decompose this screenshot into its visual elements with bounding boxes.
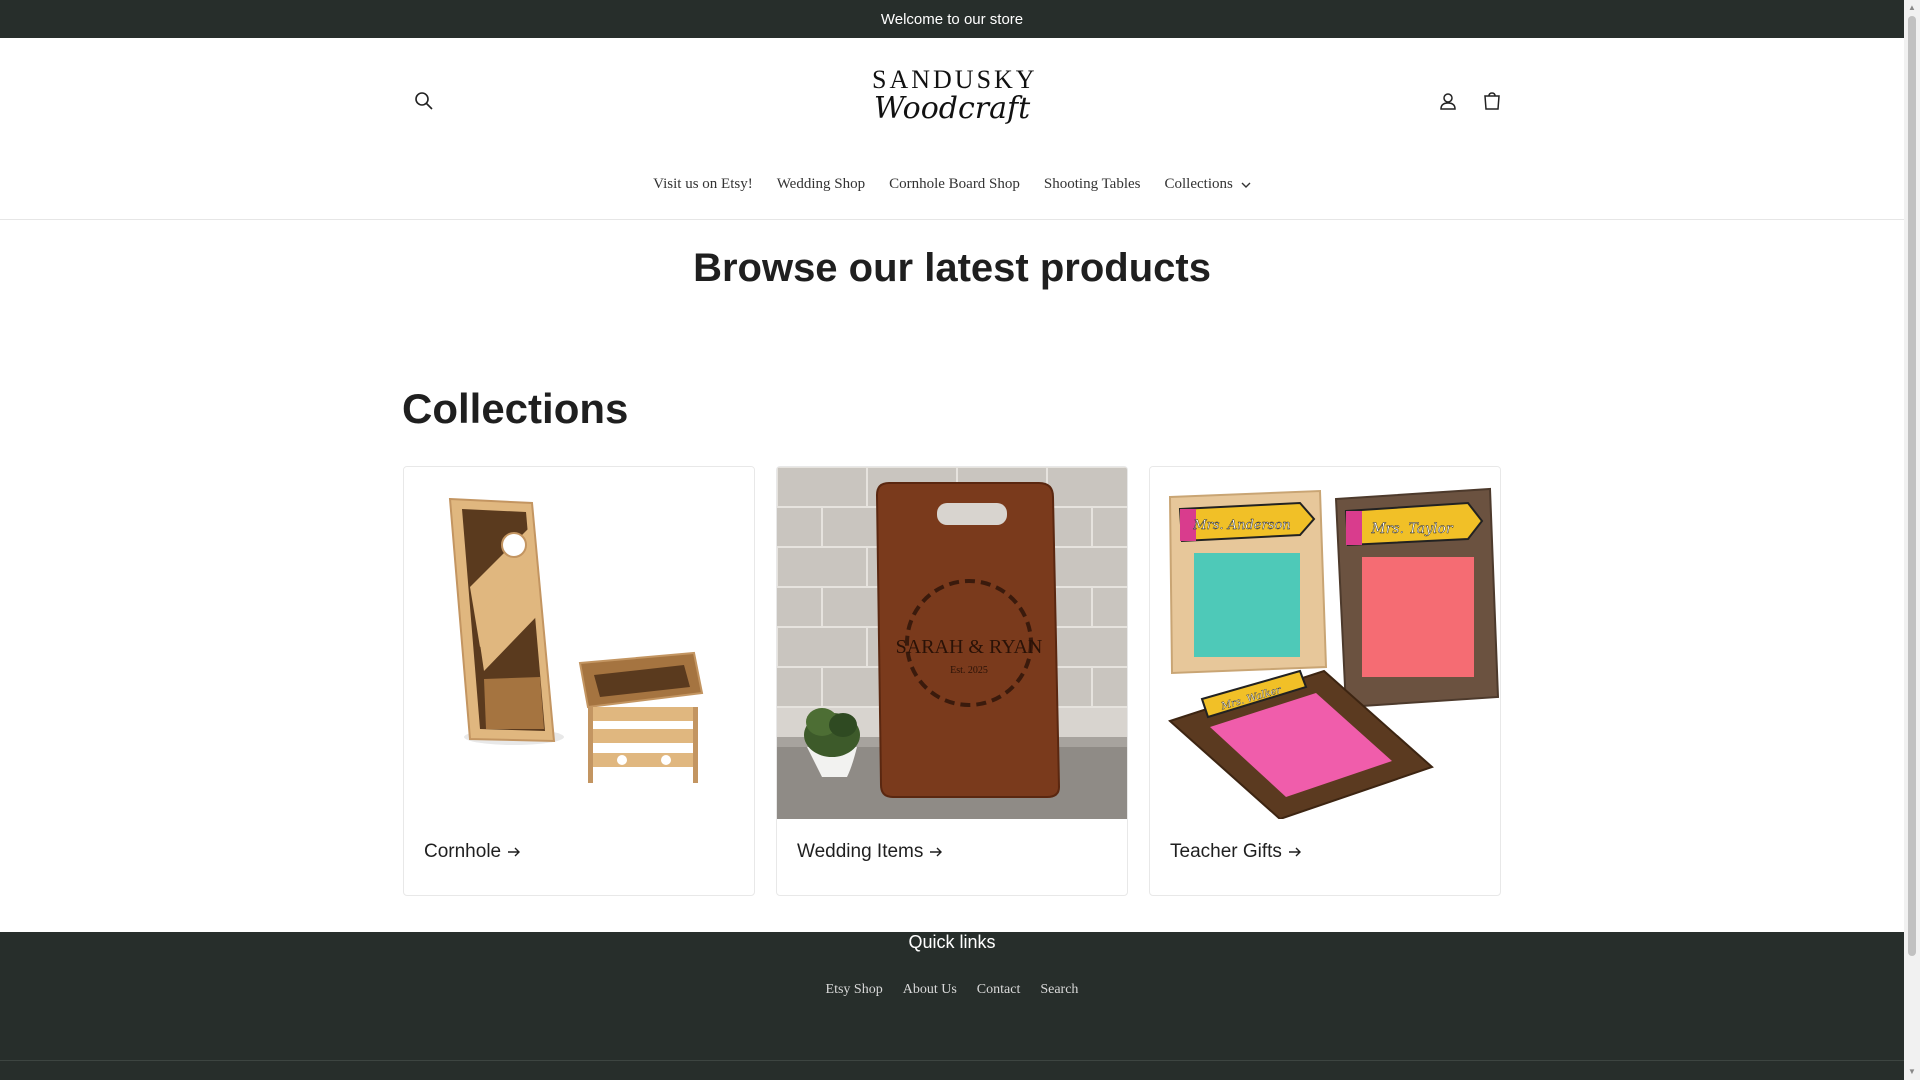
collection-card-wedding-items[interactable]: SARAH & RYAN Est. 2025 Wedding Items: [776, 466, 1128, 896]
site-header: SANDUSKY Woodcraft Visit us on Etsy! Wed…: [0, 38, 1904, 220]
footer-heading: Quick links: [908, 932, 996, 952]
board-engraving-subtext: Est. 2025: [950, 665, 988, 676]
search-icon[interactable]: [404, 81, 444, 121]
footer-divider: [0, 1060, 1904, 1061]
chevron-down-icon: [1241, 182, 1251, 188]
cornhole-image: [404, 467, 754, 819]
footer-links: Etsy Shop About Us Contact Search: [0, 982, 1904, 998]
scrollbar-thumb[interactable]: [1908, 16, 1916, 956]
collection-card-cornhole[interactable]: Cornhole: [403, 466, 755, 896]
teacher-gifts-image: Mrs. Anderson Mrs. Taylor Mrs. Walker: [1150, 467, 1500, 819]
board-engraving-text: SARAH & RYAN: [896, 636, 1043, 658]
wedding-items-image: SARAH & RYAN Est. 2025: [777, 467, 1127, 819]
card-label: Wedding Items: [797, 841, 943, 863]
site-logo[interactable]: SANDUSKY Woodcraft: [872, 65, 1038, 138]
footer-link-contact[interactable]: Contact: [977, 982, 1021, 998]
announcement-bar: Welcome to our store: [0, 0, 1904, 38]
nameplate-text: Mrs. Anderson: [1192, 518, 1290, 533]
page-scrollbar[interactable]: ▲ ▼: [1904, 0, 1920, 1080]
nav-item-shooting-tables[interactable]: Shooting Tables: [1032, 166, 1153, 203]
page-title: Browse our latest products: [693, 246, 1211, 290]
footer-link-search[interactable]: Search: [1040, 982, 1078, 998]
site-footer: Quick links Etsy Shop About Us Contact S…: [0, 932, 1904, 1080]
nav-item-label: Visit us on Etsy!: [653, 176, 753, 192]
cart-icon[interactable]: [1472, 81, 1512, 121]
logo-script: Woodcraft: [873, 91, 1031, 126]
arrow-right-icon: [930, 847, 943, 857]
card-label: Teacher Gifts: [1170, 841, 1302, 863]
nav-item-collections[interactable]: Collections: [1153, 166, 1263, 203]
footer-link-etsy-shop[interactable]: Etsy Shop: [826, 982, 883, 998]
card-title: Teacher Gifts: [1170, 841, 1282, 862]
main-nav: Visit us on Etsy! Wedding Shop Cornhole …: [0, 166, 1904, 203]
announcement-text: Welcome to our store: [880, 10, 1024, 28]
collections-heading: Collections: [402, 385, 629, 432]
nav-item-label: Wedding Shop: [776, 176, 866, 192]
nav-item-wedding-shop[interactable]: Wedding Shop: [765, 166, 877, 203]
nav-item-label: Cornhole Board Shop: [889, 176, 1020, 192]
arrow-right-icon: [1288, 847, 1301, 857]
arrow-right-icon: [508, 847, 521, 857]
footer-link-about-us[interactable]: About Us: [903, 982, 957, 998]
scroll-down-arrow-icon[interactable]: ▼: [1908, 1068, 1916, 1076]
nav-item-label: Shooting Tables: [1043, 176, 1141, 192]
nav-item-etsy[interactable]: Visit us on Etsy!: [641, 166, 765, 203]
card-title: Cornhole: [424, 841, 502, 862]
scroll-up-arrow-icon[interactable]: ▲: [1908, 4, 1916, 12]
collection-card-teacher-gifts[interactable]: Mrs. Anderson Mrs. Taylor Mrs. Walker Te…: [1149, 466, 1501, 896]
card-title: Wedding Items: [797, 841, 924, 862]
nameplate-text: Mrs. Taylor: [1370, 521, 1454, 537]
nav-item-cornhole-board-shop[interactable]: Cornhole Board Shop: [877, 166, 1032, 203]
nav-item-label: Collections: [1164, 176, 1233, 192]
logo-wordmark: SANDUSKY: [872, 65, 1038, 94]
card-label: Cornhole: [424, 841, 521, 863]
account-icon[interactable]: [1428, 81, 1468, 121]
